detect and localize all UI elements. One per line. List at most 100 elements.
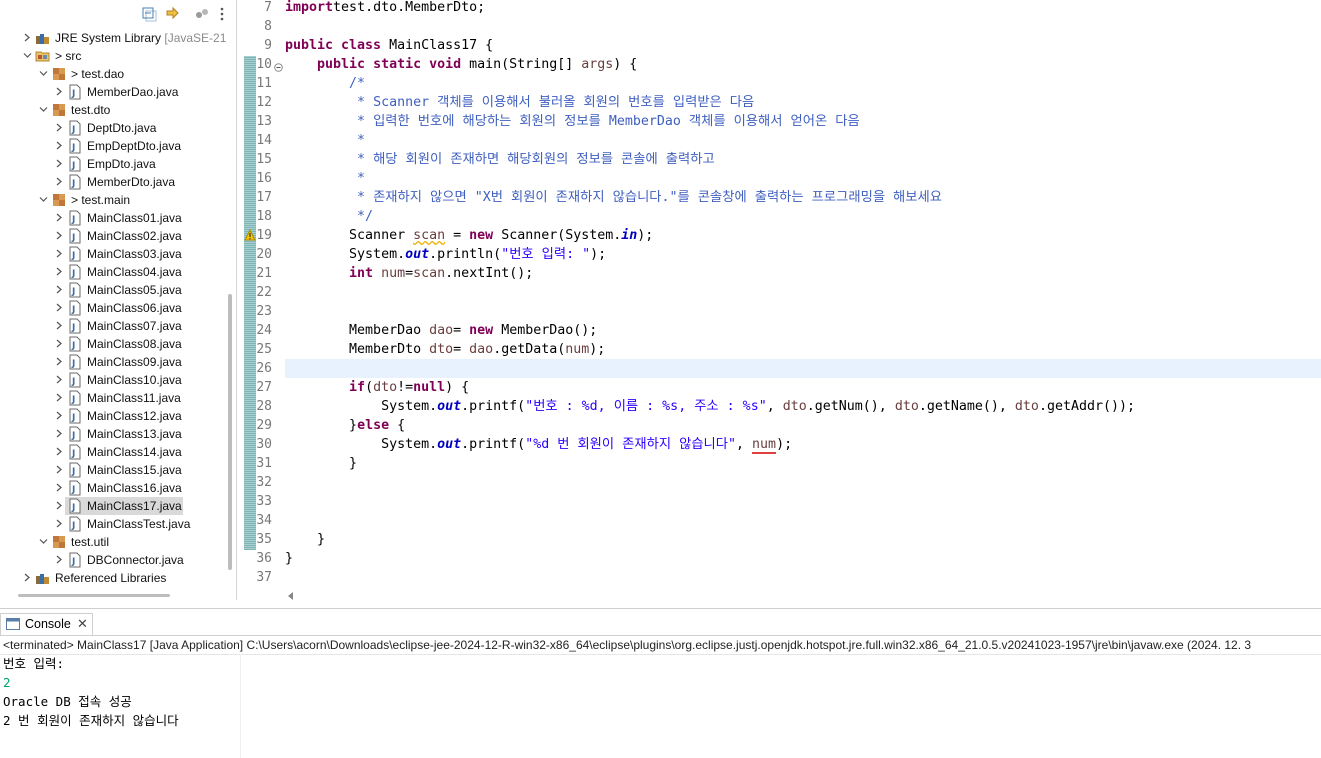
line-number: 28 [256,399,272,414]
package-icon [51,534,67,550]
code-line[interactable]: * [285,169,365,188]
code-line[interactable]: System.out.printf("%d 번 회원이 존재하지 않습니다", … [285,435,792,454]
chevron-down-icon[interactable] [38,191,50,209]
chevron-right-icon[interactable] [54,497,66,515]
chevron-right-icon[interactable] [54,551,66,569]
code-line[interactable]: public static void main(String[] args) { [285,55,637,74]
code-line[interactable]: if(dto!=null) { [285,378,469,397]
console-tab-label: Console [25,617,71,631]
link-with-editor-icon[interactable] [164,6,180,22]
chevron-right-icon[interactable] [54,83,66,101]
code-token: else [357,418,390,433]
chevron-right-icon[interactable] [54,515,66,533]
explorer-toolbar [0,0,236,26]
tab-console[interactable]: Console ✕ [0,613,93,635]
code-line[interactable]: Scanner scan = new Scanner(System.in); [285,226,653,245]
chevron-right-icon[interactable] [54,407,66,425]
code-token: dao [429,323,454,338]
chevron-right-icon[interactable] [54,245,66,263]
code-line[interactable]: * 입력한 번호에 해당하는 회원의 정보를 MemberDao 객체를 이용해… [285,112,860,131]
chevron-right-icon[interactable] [54,227,66,245]
code-line[interactable]: System.out.println("번호 입력: "); [285,245,606,264]
chevron-right-icon[interactable] [54,173,66,191]
code-line[interactable] [285,359,1321,378]
filter-icon[interactable] [194,6,210,22]
code-token: .printf( [461,399,526,414]
code-line[interactable]: * 해당 회원이 존재하면 해당회원의 정보를 콘솔에 출력하고 [285,150,715,169]
code-token: num [565,342,590,357]
chevron-right-icon[interactable] [54,209,66,227]
code-line[interactable]: }else { [285,416,405,435]
chevron-right-icon[interactable] [54,389,66,407]
code-token: * 해당 회원이 존재하면 해당회원의 정보를 콘솔에 출력하고 [349,152,715,167]
code-token: ); [637,228,654,243]
code-line[interactable]: public class MainClass17 { [285,36,493,55]
chevron-right-icon[interactable] [54,137,66,155]
tree-item-label: MainClass04.java [87,265,182,279]
code-token: .println( [429,247,502,262]
line-number: 31 [256,456,272,471]
chevron-right-icon[interactable] [54,281,66,299]
java-editor[interactable]: 7 8 9 10 11 12 13 14 15 16 17 18 19 20 21 22 23 24 25 26 27 2… [242,0,1321,604]
view-menu-icon[interactable] [218,6,234,22]
line-number: 12 [256,95,272,110]
code-line[interactable]: * Scanner 객체를 이용해서 불러올 회원의 번호를 입력받은 다음 [285,93,754,112]
explorer-horizontal-scrollbar[interactable] [18,594,170,597]
code-line[interactable]: System.out.printf("번호 : %d, 이름 : %s, 주소 … [285,397,1135,416]
code-line[interactable]: /* [285,74,365,93]
java-file-icon: J [67,354,83,370]
code-token: * [349,171,366,186]
tree-item-label: MainClass13.java [87,427,182,441]
code-token: * Scanner 객체를 이용해서 불러올 회원의 번호를 입력받은 다음 [349,95,755,110]
code-line[interactable]: MemberDao dao= new MemberDao(); [285,321,597,340]
scroll-left-icon[interactable] [286,590,294,600]
chevron-right-icon[interactable] [54,317,66,335]
chevron-right-icon[interactable] [22,569,34,587]
code-token: dto [782,399,807,414]
line-number: 36 [256,551,272,566]
chevron-right-icon[interactable] [54,335,66,353]
tree-item-label: MainClass06.java [87,301,182,315]
collapse-all-icon[interactable] [141,6,157,22]
code-line[interactable]: * 존재하지 않으면 "X번 회원이 존재하지 않습니다."를 콘솔창에 출력하… [285,188,942,207]
code-token: } [285,551,294,566]
close-icon[interactable]: ✕ [77,616,88,632]
code-line[interactable]: int num=scan.nextInt(); [285,264,533,283]
line-number: 8 [264,19,272,34]
tree-item[interactable]: J MainClass17.java [56,497,183,515]
chevron-right-icon[interactable] [54,479,66,497]
chevron-right-icon[interactable] [54,425,66,443]
fold-collapse-icon[interactable] [274,61,283,72]
chevron-down-icon[interactable] [22,47,34,65]
source-folder-icon [35,48,51,64]
chevron-right-icon[interactable] [54,119,66,137]
chevron-right-icon[interactable] [54,443,66,461]
chevron-right-icon[interactable] [22,29,34,47]
chevron-right-icon[interactable] [54,263,66,281]
chevron-down-icon[interactable] [38,101,50,119]
code-line[interactable]: } [285,530,325,549]
chevron-right-icon[interactable] [54,155,66,173]
code-token: .getName(), [918,399,1015,414]
chevron-down-icon[interactable] [38,533,50,551]
tree-item-label: MainClass03.java [87,247,182,261]
code-line[interactable]: * [285,131,365,150]
code-token: * 입력한 번호에 해당하는 회원의 정보를 MemberDao 객체를 이용해… [349,114,860,129]
chevron-right-icon[interactable] [54,299,66,317]
code-token: num [752,437,777,454]
code-line[interactable]: } [285,454,357,473]
code-line[interactable]: MemberDto dto= dao.getData(num); [285,340,605,359]
code-line[interactable]: */ [285,207,373,226]
code-line[interactable]: importtest.dto.MemberDto; [285,0,485,17]
code-line[interactable]: } [285,549,293,568]
explorer-vertical-scrollbar[interactable] [228,294,232,570]
chevron-right-icon[interactable] [54,371,66,389]
line-number: 19 [256,228,272,243]
code-token: dto [429,342,454,357]
chevron-right-icon[interactable] [54,461,66,479]
chevron-down-icon[interactable] [38,65,50,83]
chevron-right-icon[interactable] [54,353,66,371]
java-file-icon: J [67,552,83,568]
